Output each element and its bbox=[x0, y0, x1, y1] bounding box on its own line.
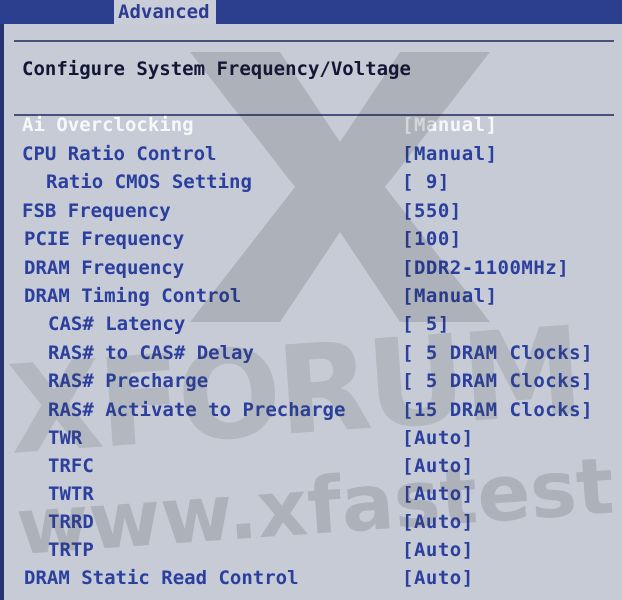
setting-label: TRRD bbox=[48, 511, 94, 533]
setting-value[interactable]: [Auto] bbox=[402, 425, 474, 451]
setting-value[interactable]: [Manual] bbox=[402, 283, 498, 309]
setting-label: DRAM Frequency bbox=[24, 257, 185, 279]
setting-value[interactable]: [Manual] bbox=[402, 141, 498, 167]
setting-value[interactable]: [Auto] bbox=[402, 509, 474, 535]
setting-label: FSB Frequency bbox=[22, 200, 171, 222]
setting-row-dram-timing-control[interactable]: DRAM Timing Control [Manual] bbox=[4, 283, 622, 309]
setting-row-twr[interactable]: TWR [Auto] bbox=[4, 425, 622, 451]
setting-value[interactable]: [550] bbox=[402, 198, 462, 224]
setting-value[interactable]: [Manual] bbox=[402, 112, 498, 138]
page-title: Configure System Frequency/Voltage bbox=[22, 58, 411, 80]
setting-value[interactable]: [Auto] bbox=[402, 537, 474, 563]
setting-label: RAS# Precharge bbox=[48, 370, 209, 392]
tab-advanced[interactable]: Advanced bbox=[114, 0, 216, 24]
setting-value[interactable]: [Auto] bbox=[402, 453, 474, 479]
setting-value[interactable]: [Auto] bbox=[402, 481, 474, 507]
setting-row-twtr[interactable]: TWTR [Auto] bbox=[4, 481, 622, 507]
setting-row-cpu-ratio-control[interactable]: CPU Ratio Control [Manual] bbox=[4, 141, 622, 167]
setting-label: RAS# Activate to Precharge bbox=[48, 399, 346, 421]
setting-label: TWTR bbox=[48, 483, 94, 505]
setting-value[interactable]: [ 5] bbox=[402, 311, 450, 337]
setting-row-cas-latency[interactable]: CAS# Latency [ 5] bbox=[4, 311, 622, 337]
bios-settings-panel: Configure System Frequency/Voltage Ai Ov… bbox=[0, 24, 622, 600]
setting-row-ai-overclocking[interactable]: Ai Overclocking [Manual] bbox=[4, 112, 622, 138]
setting-label: Ratio CMOS Setting bbox=[46, 171, 252, 193]
setting-row-ras-to-cas-delay[interactable]: RAS# to CAS# Delay [ 5 DRAM Clocks] bbox=[4, 340, 622, 366]
setting-row-fsb-frequency[interactable]: FSB Frequency [550] bbox=[4, 198, 622, 224]
setting-row-ras-activate-to-precharge[interactable]: RAS# Activate to Precharge [15 DRAM Cloc… bbox=[4, 397, 622, 423]
setting-row-trrd[interactable]: TRRD [Auto] bbox=[4, 509, 622, 535]
setting-row-dram-frequency[interactable]: DRAM Frequency [DDR2-1100MHz] bbox=[4, 255, 622, 281]
setting-value[interactable]: [DDR2-1100MHz] bbox=[402, 255, 569, 281]
setting-label: DRAM Timing Control bbox=[24, 285, 242, 307]
setting-row-ras-precharge[interactable]: RAS# Precharge [ 5 DRAM Clocks] bbox=[4, 368, 622, 394]
setting-row-dram-static-read-control[interactable]: DRAM Static Read Control [Auto] bbox=[4, 565, 622, 591]
setting-label: TRFC bbox=[48, 455, 94, 477]
setting-label: PCIE Frequency bbox=[24, 228, 185, 250]
setting-label: Ai Overclocking bbox=[22, 114, 194, 136]
setting-row-trtp[interactable]: TRTP [Auto] bbox=[4, 537, 622, 563]
setting-label: TRTP bbox=[48, 539, 94, 561]
section-header: Configure System Frequency/Voltage bbox=[14, 40, 614, 116]
setting-row-trfc[interactable]: TRFC [Auto] bbox=[4, 453, 622, 479]
setting-row-ratio-cmos-setting[interactable]: Ratio CMOS Setting [ 9] bbox=[4, 169, 622, 195]
setting-value[interactable]: [ 9] bbox=[402, 169, 450, 195]
setting-label: RAS# to CAS# Delay bbox=[48, 342, 254, 364]
setting-row-pcie-frequency[interactable]: PCIE Frequency [100] bbox=[4, 226, 622, 252]
setting-value[interactable]: [Auto] bbox=[402, 565, 474, 591]
setting-label: DRAM Static Read Control bbox=[24, 567, 299, 589]
setting-value[interactable]: [15 DRAM Clocks] bbox=[402, 397, 593, 423]
setting-label: CAS# Latency bbox=[48, 313, 186, 335]
setting-label: TWR bbox=[48, 427, 83, 449]
setting-value[interactable]: [ 5 DRAM Clocks] bbox=[402, 368, 593, 394]
top-menu-bar bbox=[0, 0, 622, 24]
setting-label: CPU Ratio Control bbox=[22, 143, 217, 165]
setting-value[interactable]: [100] bbox=[402, 226, 462, 252]
setting-value[interactable]: [ 5 DRAM Clocks] bbox=[402, 340, 593, 366]
